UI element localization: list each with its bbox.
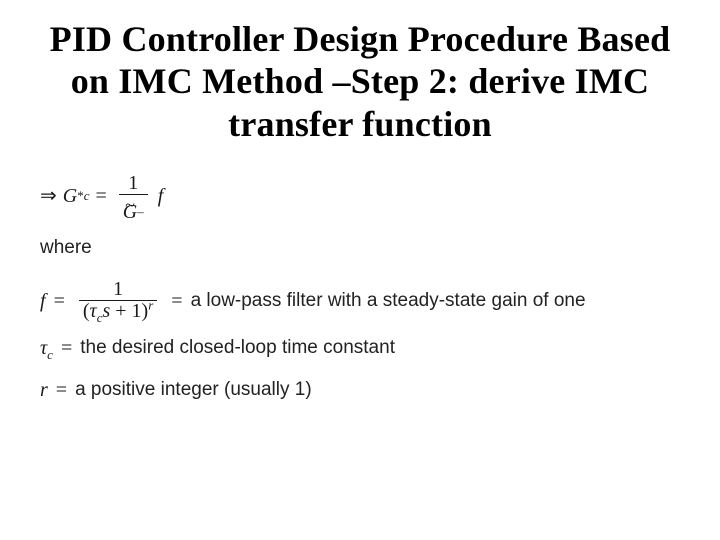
G-tilde: ~ G xyxy=(123,200,137,219)
plus-one-close: + 1) xyxy=(110,300,148,322)
eq2-lhs: f = 1 (τcs + 1)r xyxy=(40,279,163,322)
equals-sign-4: = xyxy=(56,374,67,406)
equation-r: r = a positive integer (usually 1) xyxy=(40,374,680,406)
equation-filter: f = 1 (τcs + 1)r = a low-pass filter wit… xyxy=(40,279,680,322)
symbol-f2: f xyxy=(40,285,46,317)
symbol-tau: τ xyxy=(90,300,97,322)
slide-title: PID Controller Design Procedure Based on… xyxy=(40,18,680,145)
equation-imc-controller: ⇒ G*c = 1 ~ G – f xyxy=(40,173,680,219)
equals-sign-3: = xyxy=(61,332,72,364)
numerator-one: 1 xyxy=(124,173,142,194)
open-paren: ( xyxy=(83,300,90,322)
symbol-G: G xyxy=(63,180,77,212)
symbol-r: r xyxy=(40,374,48,406)
equals-sign-2: = xyxy=(54,285,65,317)
equals-sign: = xyxy=(96,180,107,212)
implies-arrow: ⇒ xyxy=(40,180,57,212)
symbol-f: f xyxy=(158,180,164,212)
tau-description: the desired closed-loop time constant xyxy=(80,333,395,363)
numerator-one-2: 1 xyxy=(109,279,127,300)
denominator-Gtilde-minus: ~ G – xyxy=(119,194,148,219)
r-description: a positive integer (usually 1) xyxy=(75,375,312,405)
eq3-lhs: τc xyxy=(40,332,53,364)
slide: PID Controller Design Procedure Based on… xyxy=(0,0,720,540)
slide-body: ⇒ G*c = 1 ~ G – f where xyxy=(40,173,680,406)
subscript-minus: – xyxy=(137,204,144,219)
fraction-one-over-Gminus: 1 ~ G – xyxy=(119,173,148,219)
denominator-filter: (τcs + 1)r xyxy=(79,300,157,322)
eq1-expression: G*c = 1 ~ G – f xyxy=(63,173,164,219)
symbol-G-den: G xyxy=(123,206,137,219)
equals-sign-2b: = xyxy=(171,285,182,317)
superscript-r: r xyxy=(148,298,153,313)
filter-description: a low-pass filter with a steady-state ga… xyxy=(191,286,586,316)
subscript-c3: c xyxy=(47,347,53,362)
equation-tau-c: τc = the desired closed-loop time consta… xyxy=(40,332,680,364)
where-label: where xyxy=(40,233,680,263)
fraction-filter: 1 (τcs + 1)r xyxy=(79,279,157,322)
